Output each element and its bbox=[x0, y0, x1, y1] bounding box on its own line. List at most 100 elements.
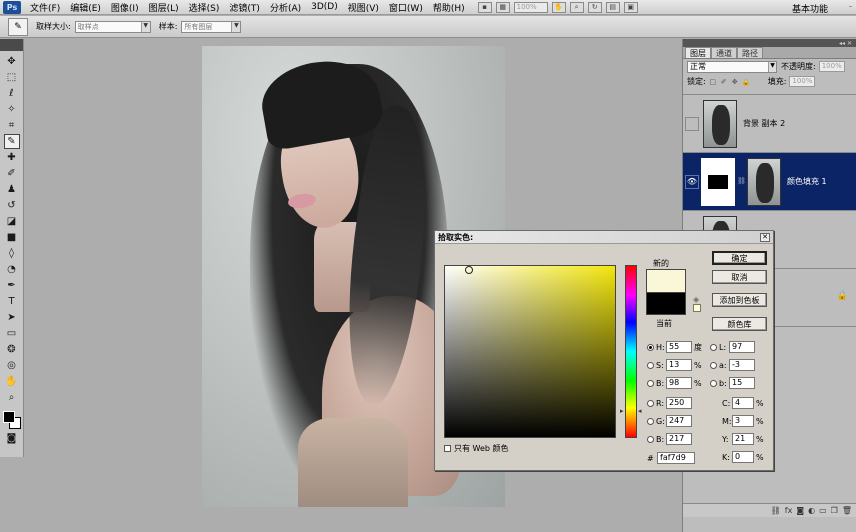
black-input[interactable]: 0 bbox=[732, 451, 754, 463]
eraser-tool-icon[interactable]: ◪ bbox=[4, 214, 20, 229]
green-input[interactable]: 247 bbox=[666, 415, 692, 427]
type-tool-icon[interactable]: T bbox=[4, 294, 20, 309]
clone-stamp-tool-icon[interactable]: ♟ bbox=[4, 182, 20, 197]
foreground-color-swatch[interactable] bbox=[2, 411, 15, 423]
menu-analysis[interactable]: 分析(A) bbox=[265, 1, 306, 14]
quick-selection-tool-icon[interactable]: ✧ bbox=[4, 102, 20, 117]
current-color-swatch[interactable] bbox=[646, 292, 686, 315]
marquee-tool-icon[interactable]: ⬚ bbox=[4, 70, 20, 85]
cancel-button[interactable]: 取消 bbox=[712, 270, 767, 284]
visibility-toggle[interactable] bbox=[685, 116, 699, 131]
lightness-input[interactable]: 97 bbox=[729, 341, 755, 353]
adjustment-layer-icon[interactable]: ◐ bbox=[808, 506, 815, 515]
blue-input[interactable]: 217 bbox=[666, 433, 692, 445]
layer-row-selected[interactable]: 👁 ⛓ 颜色填充 1 bbox=[683, 153, 856, 211]
3d-rotate-tool-icon[interactable]: ❂ bbox=[4, 342, 20, 357]
zoom-tool-icon[interactable]: ⌕ bbox=[569, 1, 584, 13]
a-input[interactable]: -3 bbox=[729, 359, 755, 371]
link-layers-icon[interactable]: ⛓ bbox=[771, 506, 781, 515]
menu-3d[interactable]: 3D(D) bbox=[306, 2, 343, 12]
lasso-tool-icon[interactable]: ℓ bbox=[4, 86, 20, 101]
launch-bridge-icon[interactable]: ▪ bbox=[477, 1, 492, 13]
minimize-icon[interactable]: – bbox=[847, 2, 854, 10]
move-tool-icon[interactable]: ✥ bbox=[4, 54, 20, 69]
saturation-radio[interactable] bbox=[647, 361, 654, 369]
lock-position-icon[interactable]: ✥ bbox=[731, 78, 739, 86]
menu-image[interactable]: 图像(I) bbox=[106, 1, 144, 14]
rectangle-tool-icon[interactable]: ▭ bbox=[4, 326, 20, 341]
fill-input[interactable]: 100% bbox=[789, 76, 816, 87]
opacity-input[interactable]: 100% bbox=[818, 61, 845, 72]
layer-row[interactable]: 背景 副本 2 bbox=[683, 95, 856, 153]
green-radio[interactable] bbox=[647, 417, 654, 425]
layer-style-icon[interactable]: fx bbox=[785, 506, 793, 515]
web-colors-only-checkbox[interactable] bbox=[444, 445, 451, 452]
arrange-documents-icon[interactable]: ▤ bbox=[605, 1, 620, 13]
quick-mask-icon[interactable]: ◙ bbox=[4, 431, 20, 446]
menu-help[interactable]: 帮助(H) bbox=[428, 1, 470, 14]
b-lab-radio[interactable] bbox=[710, 379, 717, 387]
web-colors-only-option[interactable]: 只有 Web 颜色 bbox=[444, 443, 509, 454]
eye-icon[interactable]: 👁 bbox=[685, 174, 699, 189]
a-radio[interactable] bbox=[710, 361, 717, 369]
rotate-view-icon[interactable]: ↻ bbox=[587, 1, 602, 13]
tab-layers[interactable]: 图层 bbox=[685, 47, 711, 58]
yellow-input[interactable]: 21 bbox=[732, 433, 754, 445]
history-brush-tool-icon[interactable]: ↺ bbox=[4, 198, 20, 213]
3d-orbit-tool-icon[interactable]: ◎ bbox=[4, 358, 20, 373]
delete-layer-icon[interactable]: 🗑 bbox=[842, 506, 852, 515]
ok-button[interactable]: 确定 bbox=[712, 251, 767, 265]
tab-paths[interactable]: 路径 bbox=[737, 47, 763, 58]
healing-brush-tool-icon[interactable]: ✚ bbox=[4, 150, 20, 165]
dialog-titlebar[interactable]: 拾取实色: ✕ bbox=[435, 231, 773, 244]
lock-transparent-icon[interactable]: □ bbox=[709, 78, 717, 86]
toolbox-grip[interactable] bbox=[0, 39, 23, 51]
eyedropper-tool-icon[interactable]: ✎ bbox=[3, 134, 20, 149]
tab-channels[interactable]: 通道 bbox=[711, 47, 737, 58]
blue-radio[interactable] bbox=[647, 435, 654, 443]
path-selection-tool-icon[interactable]: ➤ bbox=[4, 310, 20, 325]
menu-select[interactable]: 选择(S) bbox=[184, 1, 225, 14]
lock-image-icon[interactable]: ✐ bbox=[720, 78, 728, 86]
sample-size-select[interactable]: 取样点 ▼ bbox=[74, 20, 151, 33]
magenta-input[interactable]: 3 bbox=[732, 415, 754, 427]
hue-slider[interactable] bbox=[625, 265, 637, 438]
brush-tool-icon[interactable]: ✐ bbox=[4, 166, 20, 181]
b-lab-input[interactable]: 15 bbox=[729, 377, 755, 389]
red-radio[interactable] bbox=[647, 399, 654, 407]
gamut-warning-icon[interactable]: ◈ bbox=[693, 295, 699, 304]
hue-radio[interactable] bbox=[647, 343, 654, 351]
dodge-tool-icon[interactable]: ◔ bbox=[4, 262, 20, 277]
red-input[interactable]: 250 bbox=[666, 397, 692, 409]
menu-edit[interactable]: 编辑(E) bbox=[65, 1, 106, 14]
close-icon[interactable]: ✕ bbox=[760, 232, 770, 242]
hex-input[interactable]: faf7d9 bbox=[657, 452, 695, 464]
eyedropper-preset-icon[interactable]: ✎ bbox=[8, 17, 28, 36]
add-to-swatches-button[interactable]: 添加到色板 bbox=[712, 293, 767, 307]
saturation-input[interactable]: 13 bbox=[666, 359, 692, 371]
pen-tool-icon[interactable]: ✒ bbox=[4, 278, 20, 293]
zoom-tool-icon[interactable]: ⌕ bbox=[4, 390, 20, 405]
menu-window[interactable]: 窗口(W) bbox=[384, 1, 428, 14]
hue-input[interactable]: 55 bbox=[666, 341, 692, 353]
menu-file[interactable]: 文件(F) bbox=[25, 1, 65, 14]
gradient-tool-icon[interactable]: ■ bbox=[4, 230, 20, 245]
hand-tool-icon[interactable]: ✋ bbox=[4, 374, 20, 389]
screen-mode-icon[interactable]: ▣ bbox=[623, 1, 638, 13]
blur-tool-icon[interactable]: ◊ bbox=[4, 246, 20, 261]
lock-all-icon[interactable]: 🔒 bbox=[742, 78, 751, 86]
workspace-switcher[interactable]: 基本功能 bbox=[792, 2, 828, 15]
add-mask-icon[interactable]: ◙ bbox=[796, 506, 804, 515]
hue-slider-left-arrow-icon[interactable]: ▸ bbox=[620, 407, 624, 415]
web-safe-swatch[interactable] bbox=[693, 304, 701, 312]
blend-mode-select[interactable]: 正常 ▼ bbox=[687, 60, 777, 73]
view-extras-icon[interactable]: ▦ bbox=[495, 1, 510, 13]
new-group-icon[interactable]: ▭ bbox=[819, 506, 827, 515]
hand-tool-icon[interactable]: ✋ bbox=[551, 1, 566, 13]
color-marker[interactable] bbox=[465, 266, 473, 274]
sample-select[interactable]: 所有图层 ▼ bbox=[181, 20, 242, 33]
color-swatches[interactable] bbox=[2, 409, 22, 431]
brightness-radio[interactable] bbox=[647, 379, 654, 387]
color-libraries-button[interactable]: 颜色库 bbox=[712, 317, 767, 331]
panel-header[interactable]: ◂◂ ✕ bbox=[683, 39, 856, 47]
